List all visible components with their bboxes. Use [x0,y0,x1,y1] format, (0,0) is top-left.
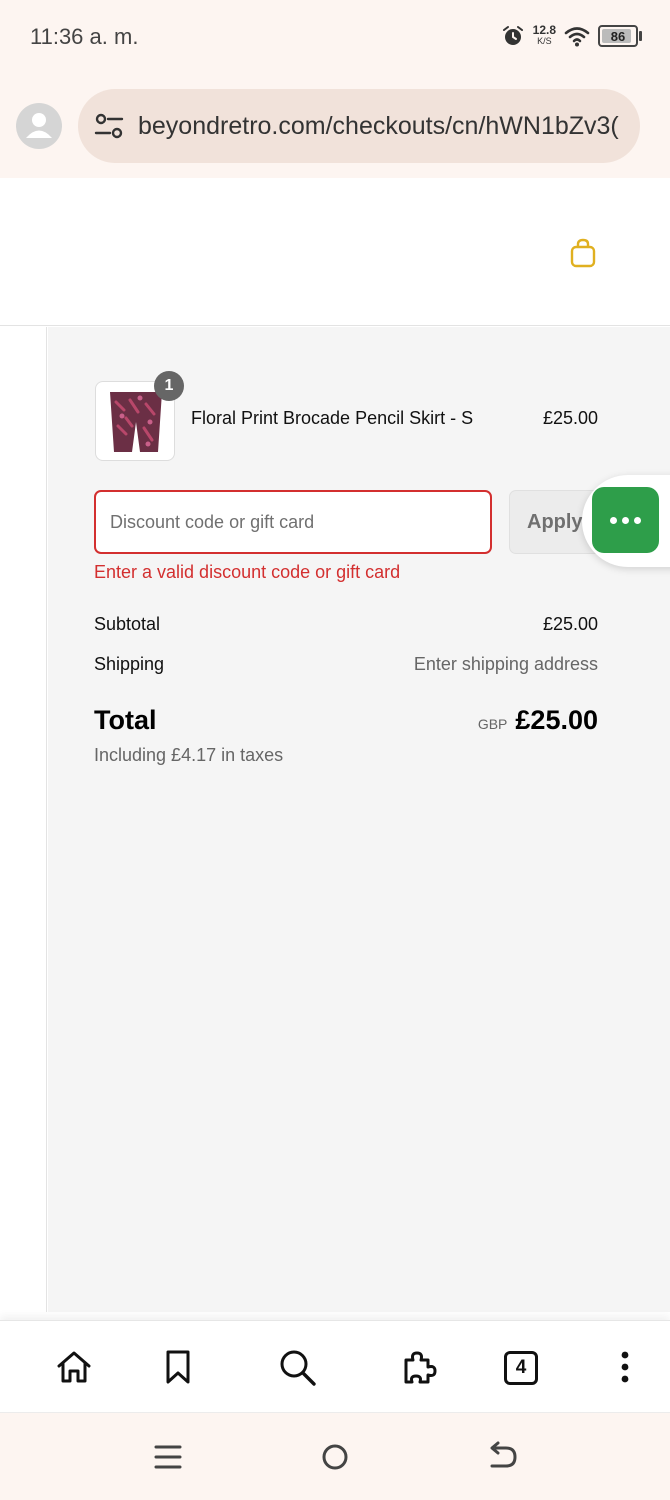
battery-icon: 86 [598,25,642,47]
chat-button[interactable] [592,487,659,553]
total-amount: £25.00 [515,705,598,735]
status-time: 11:36 a. m. [30,24,139,49]
speed-value: 12.8 [532,23,556,37]
total-label: Total [94,705,157,735]
shipping-value: Enter shipping address [413,654,598,674]
battery-level: 86 [610,28,626,44]
dot-icon [634,516,641,524]
order-summary: 1 Floral Print Brocade Pencil Skirt - S … [48,327,670,1312]
left-margin [0,327,47,1312]
more-icon[interactable] [605,1347,645,1387]
currency-code: GBP [477,716,508,732]
search-icon[interactable] [277,1347,317,1387]
dot-icon [610,516,617,524]
speed-unit: K/S [537,36,552,46]
browser-address-row: beyondretro.com/checkouts/cn/hWN1bZv3( [0,78,670,178]
product-name: Floral Print Brocade Pencil Skirt - S [191,408,474,428]
alarm-icon [502,26,523,45]
shopping-bag-icon[interactable] [569,238,597,268]
dot-icon [622,516,629,524]
bookmark-icon[interactable] [158,1347,198,1387]
browser-toolbar: 4 [0,1320,670,1412]
wifi-icon [564,27,590,47]
chat-widget [582,475,670,567]
taxes-note: Including £4.17 in taxes [94,745,284,765]
status-bar: 11:36 a. m. 12.8 K/S 86 [0,0,670,78]
system-navigation-bar [0,1412,670,1500]
quantity-badge: 1 [154,371,184,401]
network-speed: 12.8 K/S [532,23,556,47]
person-icon [26,113,52,138]
home-nav-icon[interactable] [317,1439,353,1475]
url-text: beyondretro.com/checkouts/cn/hWN1bZv3( [138,111,619,140]
home-icon[interactable] [54,1347,94,1387]
product-price: £25.00 [542,408,598,428]
battery-body: 86 [598,25,638,47]
extensions-icon[interactable] [398,1347,438,1387]
back-icon[interactable] [484,1439,520,1475]
discount-error-message: Enter a valid discount code or gift card [94,562,401,582]
tabs-icon[interactable]: 4 [504,1351,538,1385]
discount-code-input[interactable] [94,490,492,554]
subtotal-value: £25.00 [542,614,598,634]
shipping-label: Shipping [94,654,165,674]
store-header [0,178,670,326]
total-amount-group: GBP £25.00 [478,705,598,736]
subtotal-label: Subtotal [94,614,161,634]
profile-avatar[interactable] [16,103,62,149]
recent-apps-icon[interactable] [150,1439,186,1475]
status-icons: 12.8 K/S 86 [501,24,642,48]
address-bar[interactable]: beyondretro.com/checkouts/cn/hWN1bZv3( [78,89,640,163]
site-settings-icon[interactable] [94,113,124,139]
